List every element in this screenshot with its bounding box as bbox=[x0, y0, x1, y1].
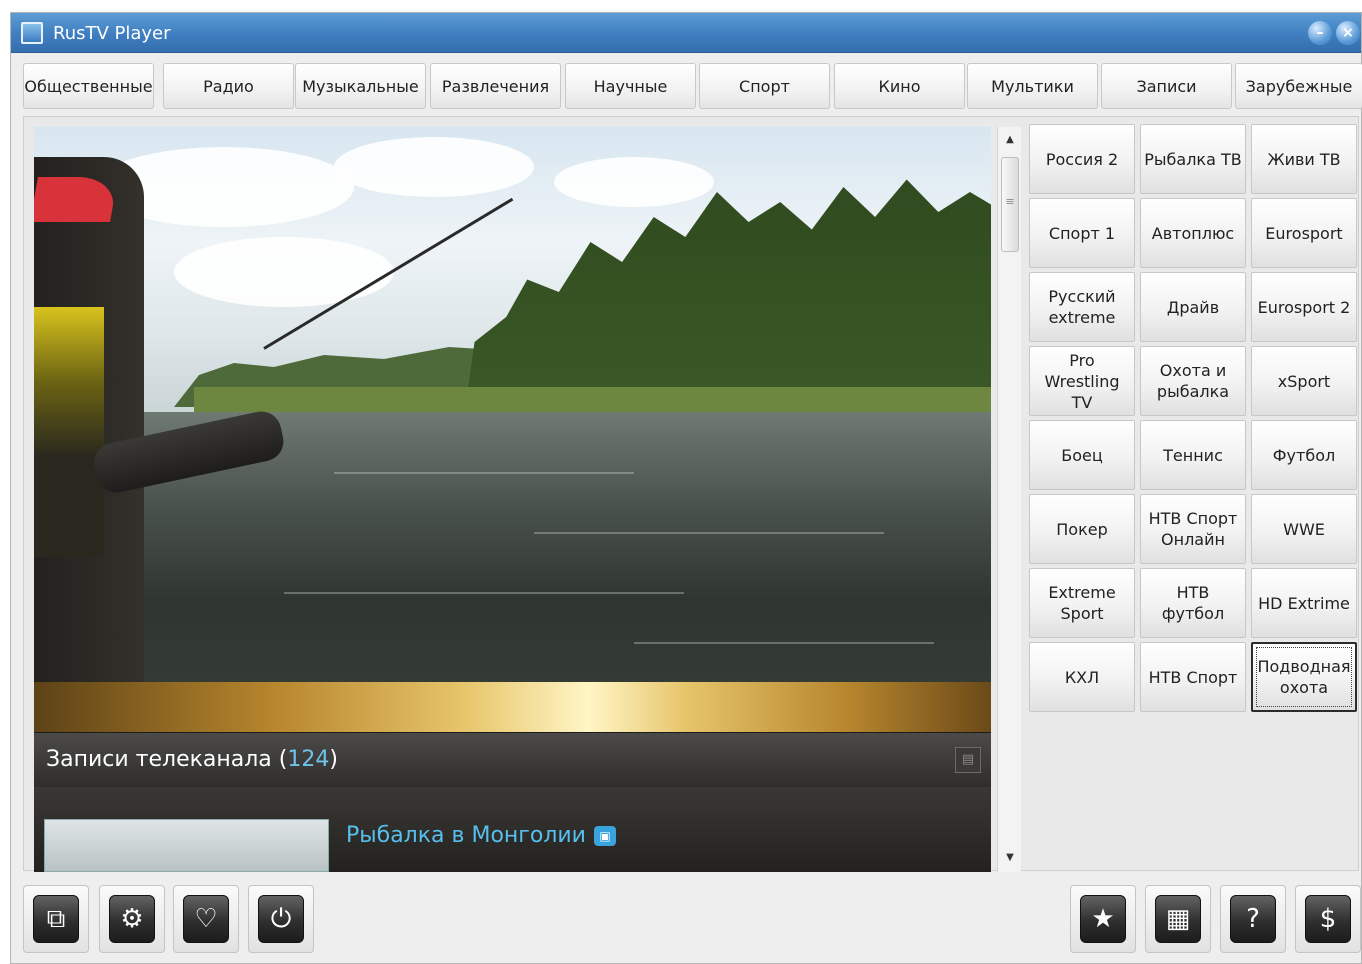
category-tabs: Общественные Радио Музыкальные Развлечен… bbox=[23, 63, 1362, 109]
tab-music[interactable]: Музыкальные bbox=[295, 63, 426, 109]
video-player[interactable] bbox=[34, 127, 991, 682]
collapse-icon[interactable]: ▤ bbox=[955, 747, 981, 773]
power-icon: ⏻ bbox=[258, 895, 304, 943]
dollar-icon: $ bbox=[1305, 895, 1351, 943]
heart-icon: ♡ bbox=[183, 895, 229, 943]
channel-button[interactable]: Россия 2 bbox=[1029, 124, 1135, 194]
favorites-button[interactable]: ♡ bbox=[173, 885, 239, 953]
main-content: Записи телеканала (124) ▤ Рыбалка в Монг… bbox=[23, 116, 1359, 872]
record-item-title[interactable]: Рыбалка в Монголии ▣ bbox=[346, 823, 616, 848]
channel-button[interactable]: Драйв bbox=[1140, 272, 1246, 342]
records-header: Записи телеканала (124) ▤ bbox=[34, 732, 991, 787]
tab-sport[interactable]: Спорт bbox=[699, 63, 830, 109]
popout-button[interactable]: ⧉ bbox=[23, 885, 89, 953]
channel-button[interactable]: Покер bbox=[1029, 494, 1135, 564]
bottom-toolbar: ⧉ ⚙ ♡ ⏻ ★ ▦ ? $ bbox=[11, 875, 1361, 963]
channel-button[interactable]: HD Extrime bbox=[1251, 568, 1357, 638]
gear-icon: ⚙ bbox=[109, 895, 155, 943]
channel-button[interactable]: WWE bbox=[1251, 494, 1357, 564]
title-bar[interactable]: RusTV Player – × bbox=[11, 13, 1361, 53]
channel-button[interactable]: НТВ Спорт bbox=[1140, 642, 1246, 712]
scrollbar[interactable]: ▲ ≡ ▼ bbox=[997, 127, 1021, 872]
gold-banner bbox=[34, 682, 991, 732]
record-thumbnail[interactable] bbox=[44, 819, 329, 872]
channel-button[interactable]: Теннис bbox=[1140, 420, 1246, 490]
channel-button[interactable]: Спорт 1 bbox=[1029, 198, 1135, 268]
channel-button[interactable]: Pro Wrestling TV bbox=[1029, 346, 1135, 416]
app-window: RusTV Player – × Общественные Радио Музы… bbox=[10, 12, 1362, 964]
settings-button[interactable]: ⚙ bbox=[99, 885, 165, 953]
channel-button[interactable]: Живи ТВ bbox=[1251, 124, 1357, 194]
records-list: Рыбалка в Монголии ▣ bbox=[34, 787, 991, 872]
channel-button-selected[interactable]: Подводная охота bbox=[1251, 642, 1357, 712]
app-icon bbox=[21, 22, 43, 44]
records-header-label: Записи телеканала bbox=[46, 747, 272, 772]
channel-button[interactable]: Футбол bbox=[1251, 420, 1357, 490]
tab-foreign[interactable]: Зарубежные bbox=[1235, 63, 1362, 109]
help-icon: ? bbox=[1230, 895, 1276, 943]
window-title: RusTV Player bbox=[53, 23, 171, 44]
tab-records[interactable]: Записи bbox=[1101, 63, 1232, 109]
channel-button[interactable]: НТВ футбол bbox=[1140, 568, 1246, 638]
scroll-up-arrow-icon[interactable]: ▲ bbox=[998, 129, 1022, 151]
channel-button[interactable]: Рыбалка ТВ bbox=[1140, 124, 1246, 194]
channel-button[interactable]: Охота и рыбалка bbox=[1140, 346, 1246, 416]
records-count: 124 bbox=[287, 747, 330, 772]
channel-button[interactable]: Боец bbox=[1029, 420, 1135, 490]
star-icon: ★ bbox=[1080, 895, 1126, 943]
tab-movies[interactable]: Кино bbox=[834, 63, 965, 109]
channel-button[interactable]: Eurosport 2 bbox=[1251, 272, 1357, 342]
channel-button[interactable]: НТВ Спорт Онлайн bbox=[1140, 494, 1246, 564]
donate-button[interactable]: $ bbox=[1295, 885, 1361, 953]
channel-button[interactable]: xSport bbox=[1251, 346, 1357, 416]
channel-button[interactable]: Extreme Sport bbox=[1029, 568, 1135, 638]
external-window-icon: ⧉ bbox=[33, 895, 79, 943]
tab-science[interactable]: Научные bbox=[565, 63, 696, 109]
channel-button[interactable]: Eurosport bbox=[1251, 198, 1357, 268]
channel-button[interactable]: КХЛ bbox=[1029, 642, 1135, 712]
minimize-icon[interactable]: – bbox=[1308, 21, 1332, 45]
tab-radio[interactable]: Радио bbox=[163, 63, 294, 109]
lock-icon: ▣ bbox=[593, 826, 616, 846]
grid-button[interactable]: ▦ bbox=[1145, 885, 1211, 953]
scroll-thumb[interactable]: ≡ bbox=[1001, 157, 1019, 252]
video-angler bbox=[34, 157, 144, 682]
help-button[interactable]: ? bbox=[1220, 885, 1286, 953]
power-button[interactable]: ⏻ bbox=[248, 885, 314, 953]
scroll-down-arrow-icon[interactable]: ▼ bbox=[998, 847, 1022, 869]
tab-public[interactable]: Общественные bbox=[23, 63, 154, 109]
close-icon[interactable]: × bbox=[1336, 21, 1360, 45]
grid-icon: ▦ bbox=[1155, 895, 1201, 943]
tab-entertainment[interactable]: Развлечения bbox=[430, 63, 561, 109]
channel-button[interactable]: Русский extreme bbox=[1029, 272, 1135, 342]
channel-button[interactable]: Автоплюс bbox=[1140, 198, 1246, 268]
star-button[interactable]: ★ bbox=[1070, 885, 1136, 953]
tab-cartoons[interactable]: Мультики bbox=[967, 63, 1098, 109]
